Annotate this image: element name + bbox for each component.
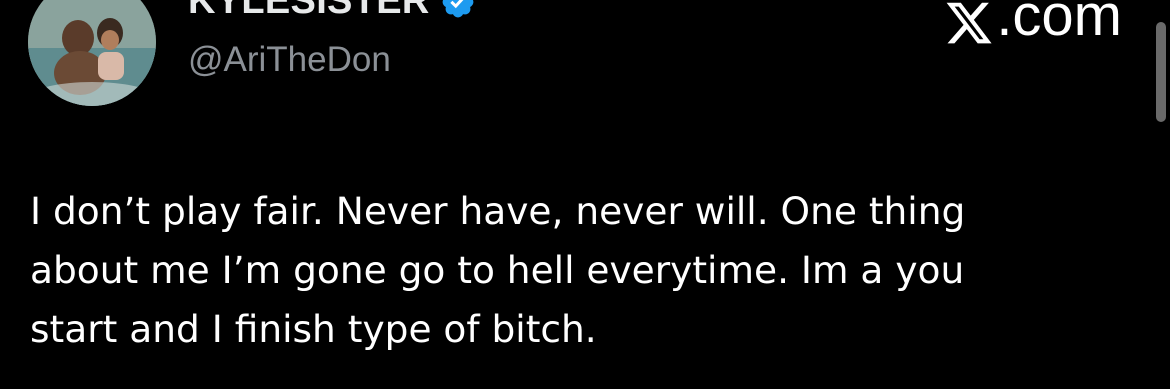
avatar[interactable] [28, 0, 156, 106]
author-name-row[interactable]: KYLESISTER [188, 0, 476, 23]
site-domain-text: .com [996, 0, 1122, 48]
tweet-text-line: about me I’m gone go to hell everytime. … [30, 248, 965, 292]
author-display-name[interactable]: KYLESISTER [188, 0, 430, 23]
site-watermark: .com [944, 0, 1122, 49]
author-handle[interactable]: @AriTheDon [188, 40, 391, 80]
tweet-text-line: start and I finish type of bitch. [30, 307, 597, 351]
x-logo-icon [946, 2, 992, 44]
tweet-text-line: I don’t play fair. Never have, never wil… [30, 189, 966, 233]
verified-badge-icon [442, 0, 473, 17]
tweet-body: I don’t play fair. Never have, never wil… [30, 182, 1140, 359]
scrollbar-thumb[interactable] [1156, 22, 1166, 122]
avatar-photo [28, 0, 156, 106]
